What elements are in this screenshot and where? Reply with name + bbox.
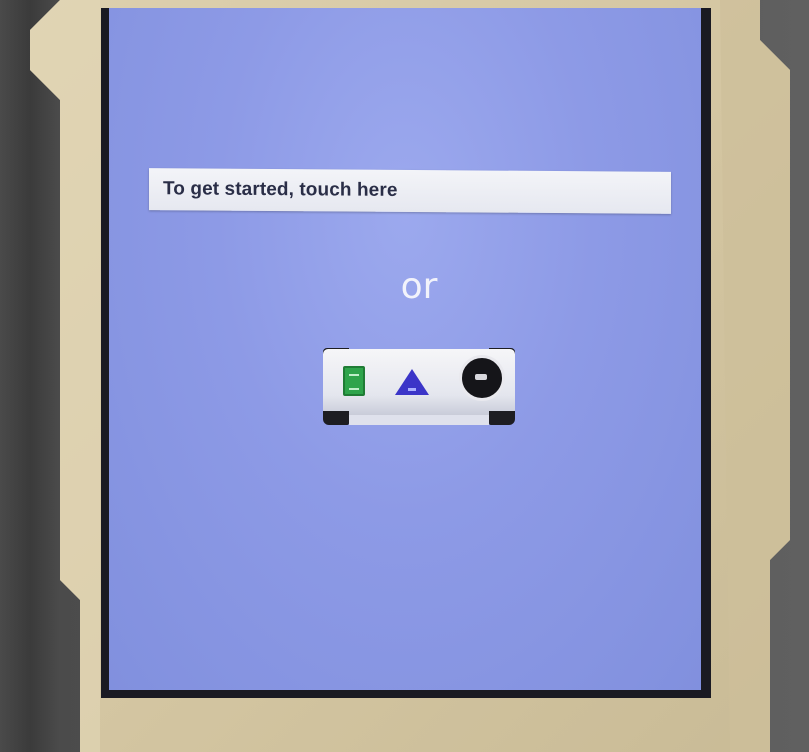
blue-triangle-button-icon [395,369,429,395]
get-started-button[interactable]: To get started, touch here [149,168,671,214]
triangle-button-label-mark [408,388,416,391]
touch-screen[interactable]: To get started, touch here or [101,8,711,698]
controller-bumper-bottom-left [323,411,349,425]
physical-controller-illustration [319,345,519,425]
green-button-icon [343,366,365,396]
get-started-label: To get started, touch here [163,178,398,201]
or-separator: or [400,266,438,307]
rotary-knob-icon [459,355,505,401]
device-photo: To get started, touch here or [0,0,809,752]
controller-bumper-bottom-right [489,411,515,425]
controller-lip [349,415,489,425]
